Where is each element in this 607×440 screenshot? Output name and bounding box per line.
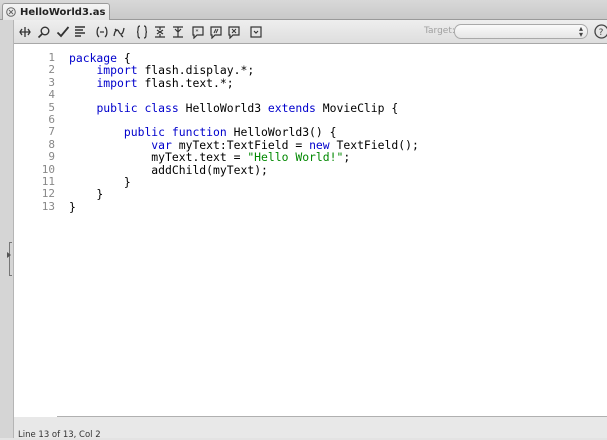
file-tab[interactable]: HelloWorld3.as: [2, 3, 110, 20]
line-numbers: 1 2 3 4 5 6 7 8 9 10 11 12 13: [14, 51, 55, 213]
check-syntax-icon[interactable]: [55, 24, 71, 40]
panel-collapse-strip[interactable]: [0, 20, 14, 438]
expand-all-icon[interactable]: [170, 24, 186, 40]
line-number-gutter: 1 2 3 4 5 6 7 8 9 10 11 12 13: [14, 44, 57, 417]
status-bar: Line 13 of 13, Col 2: [14, 417, 607, 440]
code-line[interactable]: }: [69, 200, 419, 213]
remove-comment-icon[interactable]: [226, 24, 242, 40]
svg-text:?: ?: [599, 28, 604, 38]
code-line[interactable]: import flash.text.*;: [69, 77, 419, 89]
select-arrows-icon: ▴ ▾: [578, 24, 583, 39]
help-icon[interactable]: ?: [594, 24, 607, 39]
line-number: 13: [41, 199, 55, 213]
tab-title: HelloWorld3.as: [20, 6, 106, 18]
debug-options-icon[interactable]: [111, 24, 127, 40]
add-item-icon[interactable]: [17, 24, 33, 40]
line-number: 7: [48, 125, 55, 139]
find-icon[interactable]: [36, 24, 52, 40]
line-number: 12: [41, 187, 55, 201]
code-line[interactable]: }: [69, 188, 419, 200]
code-editor[interactable]: 1 2 3 4 5 6 7 8 9 10 11 12 13 package { import flash…: [14, 44, 607, 417]
code-text[interactable]: package { import flash.display.*; import…: [69, 52, 419, 213]
collapse-selection-icon[interactable]: [152, 24, 168, 40]
line-number: 2: [48, 63, 55, 77]
code-line[interactable]: }: [69, 176, 419, 188]
target-label: Target:: [424, 26, 455, 36]
status-text: Line 13 of 13, Col 2: [18, 430, 101, 440]
apply-block-comment-icon[interactable]: *: [190, 24, 206, 40]
script-toolbar: * Target: ▴ ▾ ?: [14, 20, 607, 44]
code-line[interactable]: public class HelloWorld3 extends MovieCl…: [69, 101, 419, 114]
show-hide-toolbox-icon[interactable]: [248, 24, 264, 40]
collapse-arrow-icon[interactable]: [7, 252, 11, 258]
line-number: 4: [48, 88, 55, 102]
apply-line-comment-icon[interactable]: [208, 24, 224, 40]
close-icon[interactable]: [6, 7, 16, 17]
target-select[interactable]: ▴ ▾: [454, 24, 588, 39]
code-hint-icon[interactable]: [94, 24, 110, 40]
tab-bar: HelloWorld3.as: [0, 0, 607, 20]
svg-text:*: *: [196, 29, 199, 36]
auto-format-icon[interactable]: [72, 24, 88, 40]
collapse-between-braces-icon[interactable]: [134, 24, 150, 40]
collapse-handle[interactable]: [9, 242, 12, 276]
line-number: 9: [48, 150, 55, 164]
